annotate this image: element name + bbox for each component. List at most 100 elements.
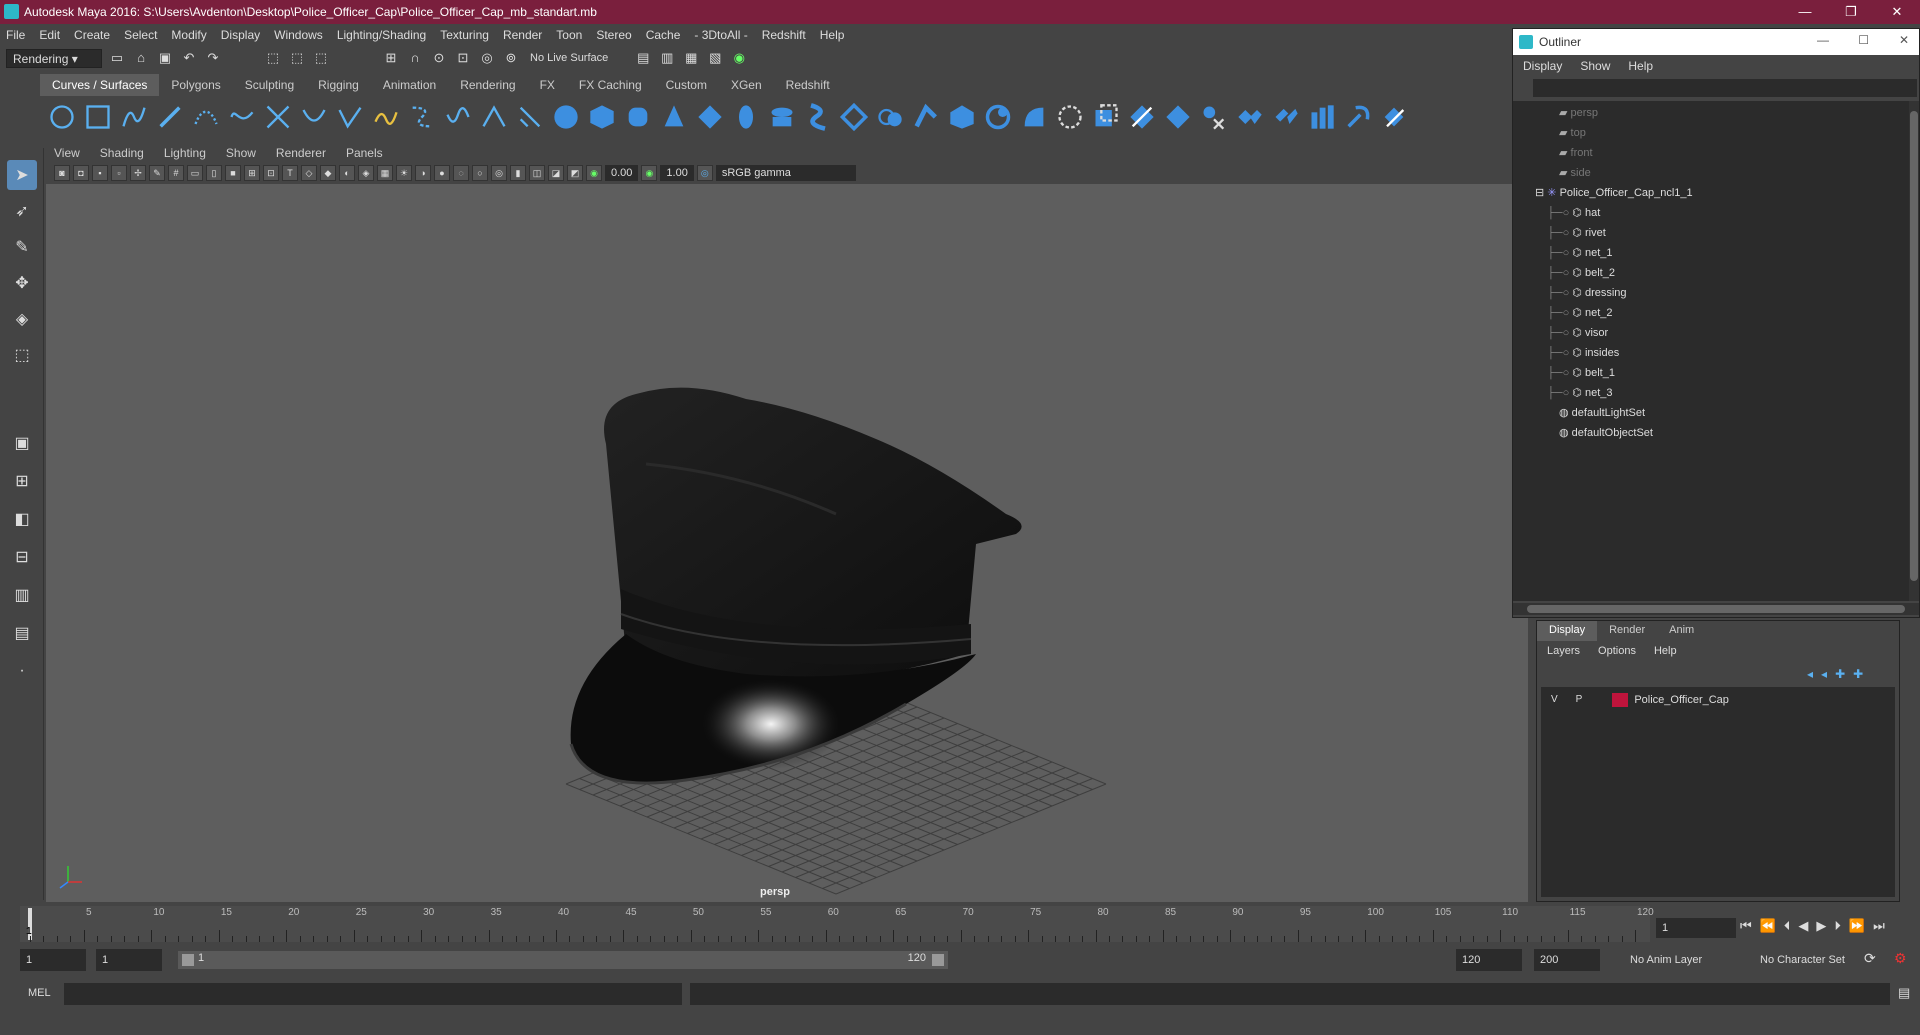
menu-13[interactable]: - 3DtoAll -	[694, 28, 747, 42]
surface-editing-icon[interactable]	[1380, 103, 1408, 131]
menu-12[interactable]: Cache	[646, 28, 681, 42]
layer-visibility-toggle[interactable]: V	[1545, 693, 1564, 707]
animation-preferences-icon[interactable]: ⚙	[1894, 950, 1907, 967]
menu-0[interactable]: File	[6, 28, 25, 42]
bookmark-icon[interactable]: ▪	[92, 165, 108, 181]
add-points-icon[interactable]	[480, 103, 508, 131]
render-view-icon[interactable]: ▤	[634, 49, 652, 67]
select-hierarchy-icon[interactable]: ⬚	[264, 49, 282, 67]
shelf-tab-10[interactable]: Redshift	[774, 74, 842, 96]
motion-blur-icon[interactable]: ◌	[453, 165, 469, 181]
outliner-group-item[interactable]: ⊟ ✳ Police_Officer_Cap_ncl1_1	[1535, 183, 1693, 203]
shelf-tab-1[interactable]: Polygons	[159, 74, 232, 96]
menu-10[interactable]: Toon	[556, 28, 582, 42]
outliner-mesh-item[interactable]: ├─○ ⌬ rivet	[1547, 223, 1606, 243]
animation-end-field[interactable]: 200	[1534, 949, 1600, 971]
menu-1[interactable]: Edit	[39, 28, 60, 42]
time-slider[interactable]: 1 5 10 15 20 25 30 35 40 45 50 55 60 65 70 75 80 85 90 95 1…	[20, 906, 1654, 942]
xray-joints-icon[interactable]: ◩	[567, 165, 583, 181]
nurbs-torus-icon[interactable]	[732, 103, 760, 131]
xray-active-icon[interactable]: ◪	[548, 165, 564, 181]
outliner-mesh-item[interactable]: ├─○ ⌬ net_3	[1547, 383, 1613, 403]
menu-4[interactable]: Modify	[171, 28, 206, 42]
image-plane-icon[interactable]: ▫	[111, 165, 127, 181]
perspective-viewport[interactable]	[46, 184, 1528, 902]
pencil-curve-icon[interactable]	[156, 103, 184, 131]
outliner-menu-2[interactable]: Help	[1628, 59, 1653, 73]
untrim-icon[interactable]	[1164, 103, 1192, 131]
field-chart-icon[interactable]: ⊞	[244, 165, 260, 181]
menu-6[interactable]: Windows	[274, 28, 323, 42]
layer-menu-2[interactable]: Help	[1654, 645, 1677, 663]
auto-key-icon[interactable]: ⟳	[1864, 950, 1876, 967]
smooth-shade-icon[interactable]: ◆	[320, 165, 336, 181]
outliner-mesh-item[interactable]: ├─○ ⌬ belt_1	[1547, 363, 1615, 383]
anim-layer-dropdown[interactable]: No Anim Layer	[1624, 949, 1744, 971]
align-surfaces-icon[interactable]	[1272, 103, 1300, 131]
intersect-icon[interactable]	[1092, 103, 1120, 131]
nurbs-cube-icon[interactable]	[588, 103, 616, 131]
redo-icon[interactable]: ↷	[204, 49, 222, 67]
outliner-horizontal-scrollbar[interactable]	[1513, 603, 1919, 615]
create-layer-selected-icon[interactable]: ✚	[1853, 667, 1863, 681]
select-component-icon[interactable]: ⬚	[312, 49, 330, 67]
animation-start-field[interactable]: 1	[20, 949, 86, 971]
menu-3[interactable]: Select	[124, 28, 157, 42]
rebuild-curve-icon[interactable]	[444, 103, 472, 131]
rotate-tool-icon[interactable]: ◈	[7, 304, 37, 334]
layer-row[interactable]: V P Police_Officer_Cap	[1545, 691, 1891, 709]
insert-knot-icon[interactable]	[336, 103, 364, 131]
shelf-tab-7[interactable]: FX Caching	[567, 74, 654, 96]
outliner-maximize-button[interactable]: ☐	[1858, 33, 1869, 47]
cv-curve-icon[interactable]	[120, 103, 148, 131]
outliner-mesh-item[interactable]: ├─○ ⌬ belt_2	[1547, 263, 1615, 283]
shelf-tab-5[interactable]: Rendering	[448, 74, 527, 96]
detach-curves-icon[interactable]	[300, 103, 328, 131]
nurbs-plane-icon[interactable]	[696, 103, 724, 131]
menu-15[interactable]: Help	[820, 28, 845, 42]
shelf-tab-4[interactable]: Animation	[371, 74, 448, 96]
viewport-menu-5[interactable]: Panels	[346, 146, 383, 160]
outliner-mesh-item[interactable]: ├─○ ⌬ net_1	[1547, 243, 1613, 263]
layer-menu-0[interactable]: Layers	[1547, 645, 1580, 663]
exposure-field[interactable]: 0.00	[605, 165, 639, 181]
layer-color-swatch[interactable]	[1612, 693, 1629, 707]
shelf-tab-2[interactable]: Sculpting	[233, 74, 306, 96]
lasso-tool-icon[interactable]: ➶	[7, 196, 37, 226]
curve-edit-icon[interactable]	[516, 103, 544, 131]
single-perspective-layout-icon[interactable]: ▣	[7, 428, 37, 458]
outliner-camera-item[interactable]: ▰ side	[1559, 163, 1591, 183]
shelf-tab-0[interactable]: Curves / Surfaces	[40, 74, 160, 96]
four-view-layout-icon[interactable]: ⊞	[7, 466, 37, 496]
range-slider[interactable]: 1 120	[178, 951, 948, 969]
bevel-icon[interactable]	[1020, 103, 1048, 131]
ambient-occlusion-icon[interactable]: ●	[434, 165, 450, 181]
sculpt-geometry-icon[interactable]	[1344, 103, 1372, 131]
range-slider-end-handle[interactable]	[932, 954, 944, 966]
project-curve-icon[interactable]	[1056, 103, 1084, 131]
outliner-mesh-item[interactable]: ├─○ ⌬ visor	[1547, 323, 1608, 343]
menu-9[interactable]: Render	[503, 28, 542, 42]
planar-icon[interactable]	[840, 103, 868, 131]
snap-view-icon[interactable]: ⊡	[454, 49, 472, 67]
outliner-mesh-item[interactable]: ├─○ ⌬ net_2	[1547, 303, 1613, 323]
color-management-icon[interactable]: ◎	[696, 165, 713, 181]
menu-5[interactable]: Display	[221, 28, 260, 42]
shelf-tab-9[interactable]: XGen	[719, 74, 774, 96]
select-camera-icon[interactable]: ◙	[54, 165, 70, 181]
nurbs-cylinder-icon[interactable]	[624, 103, 652, 131]
nurbs-circle-icon[interactable]	[48, 103, 76, 131]
outliner-menu-0[interactable]: Display	[1523, 59, 1562, 73]
collapse-icon[interactable]: ⊟	[1535, 187, 1547, 199]
outliner-minimize-button[interactable]: —	[1817, 33, 1829, 47]
go-to-start-icon[interactable]: ⏮	[1740, 918, 1752, 934]
outliner-filter-input[interactable]	[1533, 79, 1917, 97]
vscrollbar-thumb[interactable]	[1910, 111, 1918, 581]
xray-icon[interactable]: ◫	[529, 165, 545, 181]
boundary-icon[interactable]	[948, 103, 976, 131]
toolbox-extra-icon[interactable]: ·	[7, 656, 37, 686]
move-layer-up-icon[interactable]: ◂	[1807, 667, 1813, 681]
outliner-camera-item[interactable]: ▰ top	[1559, 123, 1586, 143]
go-to-end-icon[interactable]: ⏭	[1873, 918, 1885, 934]
playback-start-field[interactable]: 1	[96, 949, 162, 971]
